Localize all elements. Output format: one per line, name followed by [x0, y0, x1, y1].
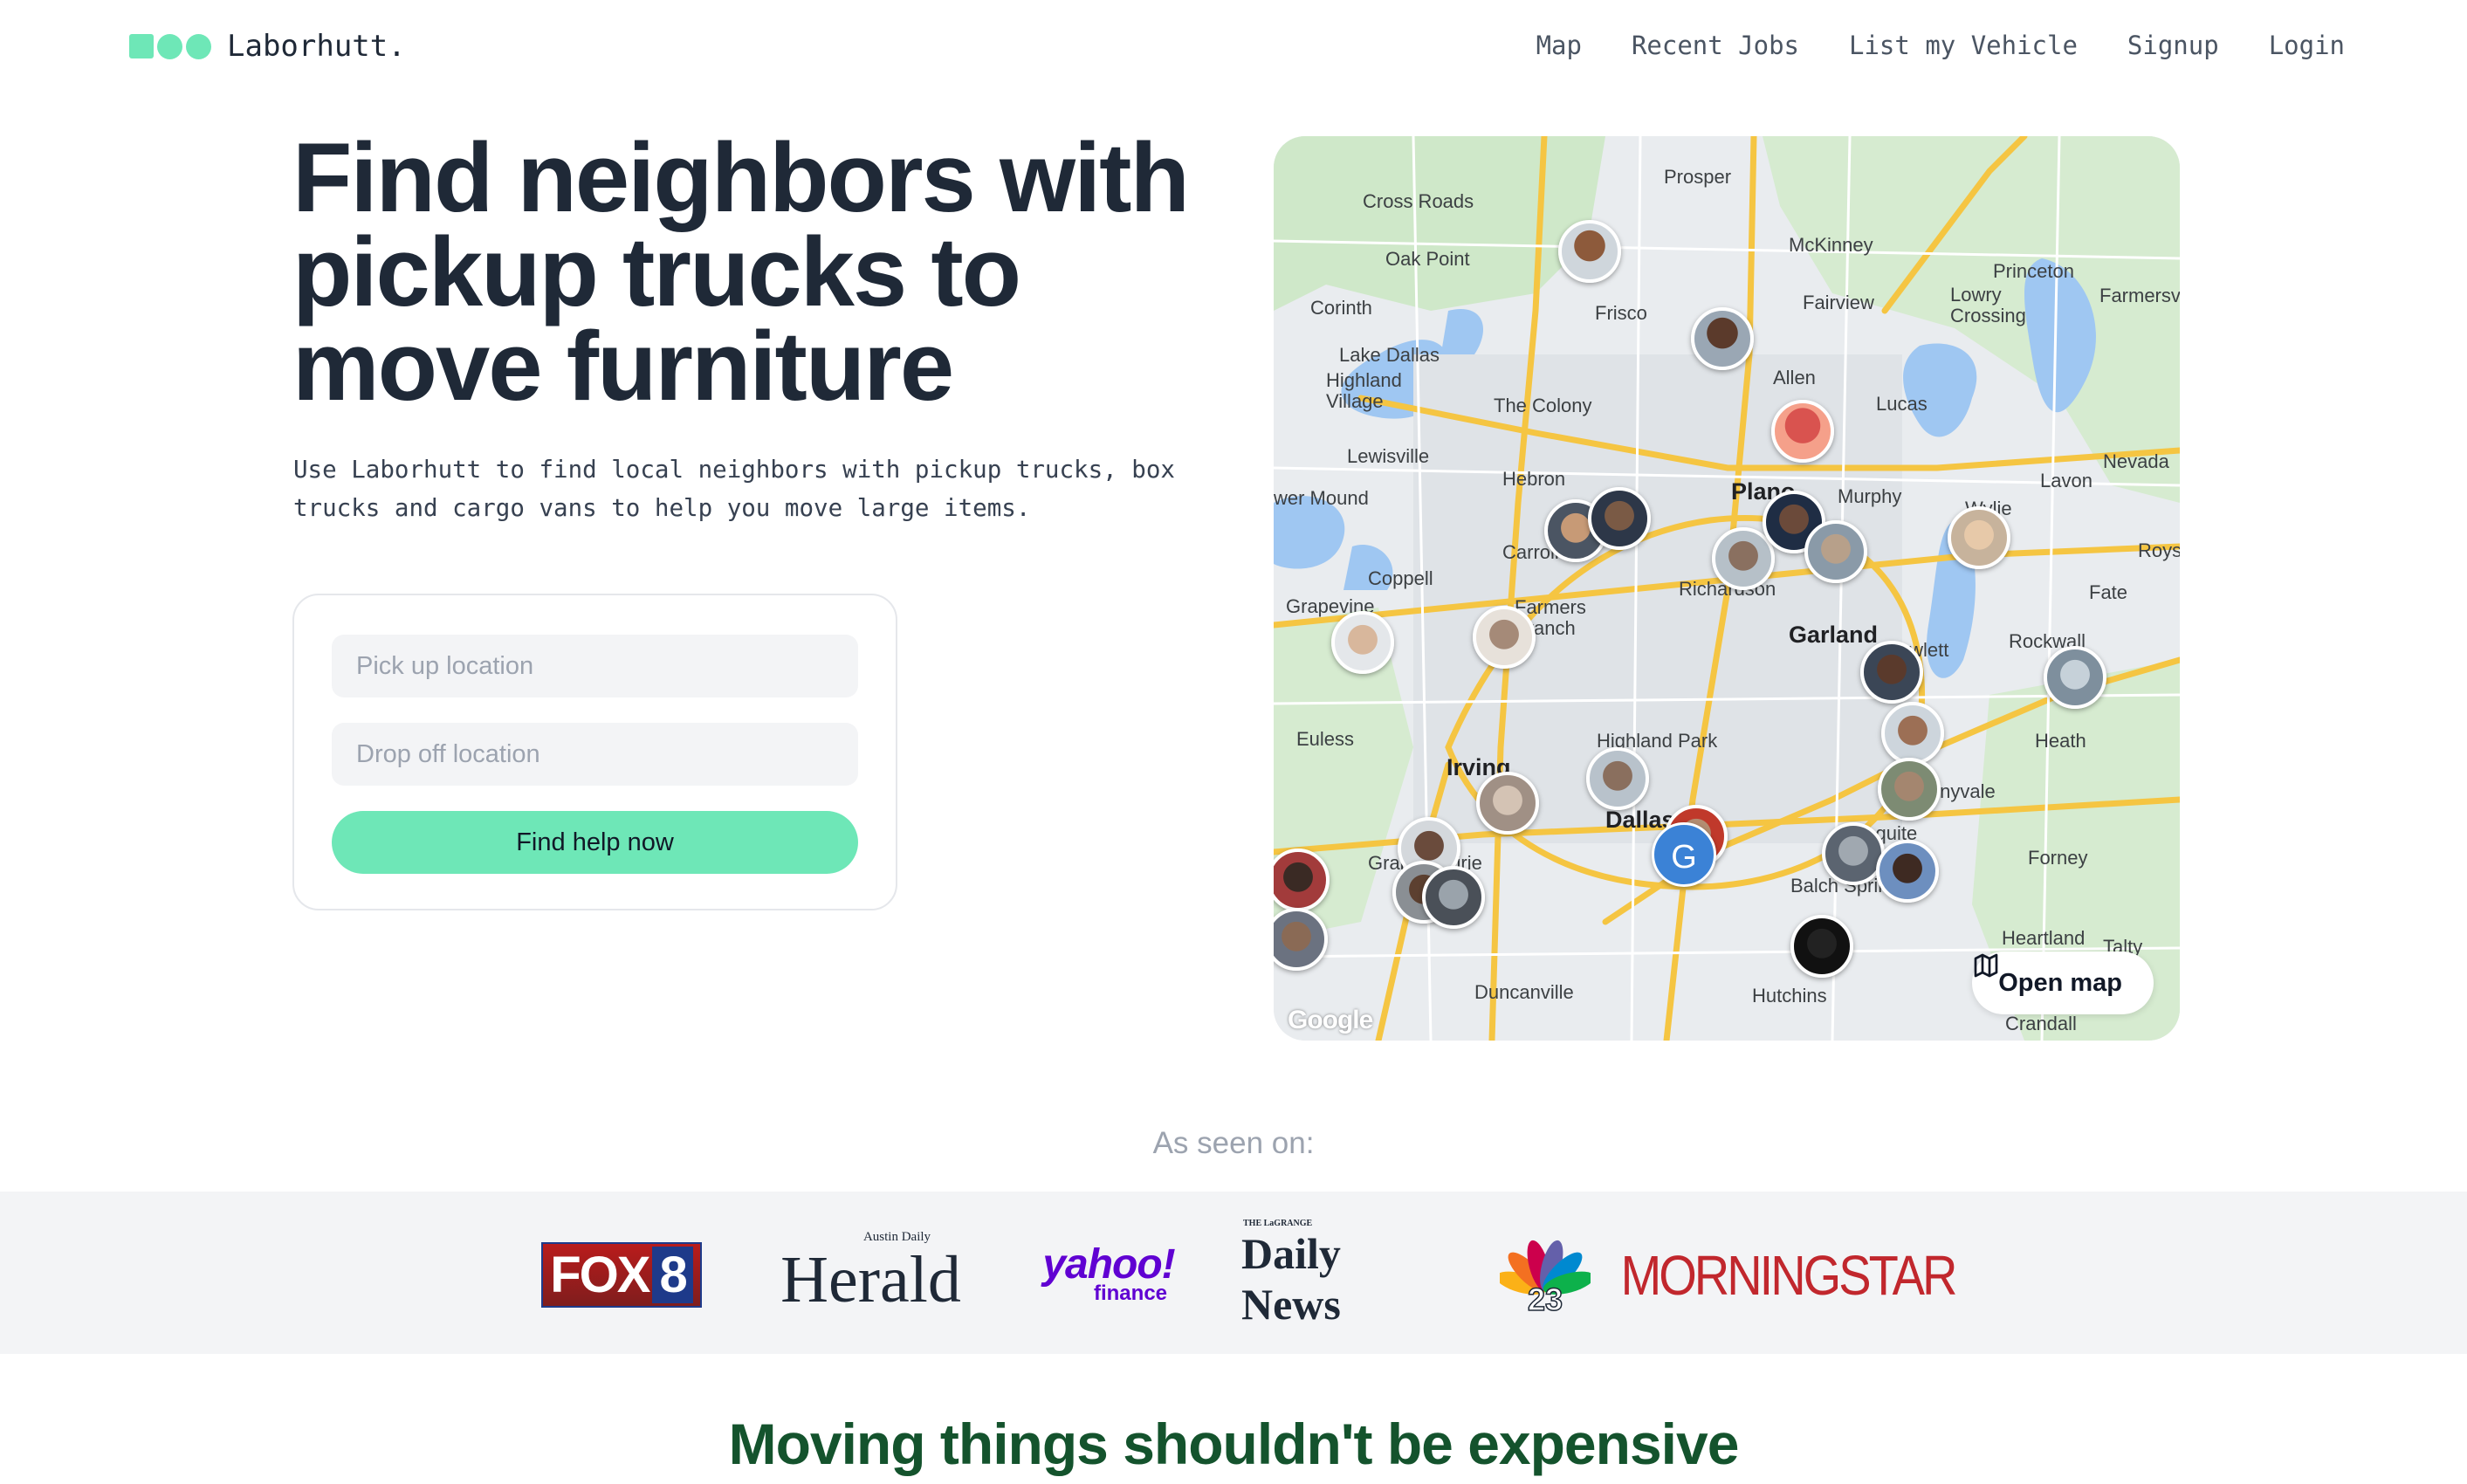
map-place-label: Garland [1789, 622, 1879, 648]
search-form-card: Find help now [292, 594, 897, 910]
driver-avatar-pin[interactable] [1948, 506, 2010, 569]
map-place-label: Allen [1773, 367, 1816, 388]
driver-avatar-pin[interactable] [1691, 307, 1754, 370]
morningstar-logo: MORNINGSTAR [1620, 1242, 1958, 1307]
user-location-marker[interactable]: G [1652, 822, 1716, 887]
nav-link-recent-jobs[interactable]: Recent Jobs [1632, 26, 1799, 65]
map-place-label: Lavon [2040, 470, 2092, 491]
open-map-button[interactable]: Open map [1972, 952, 2154, 1014]
driver-avatar-pin[interactable] [1771, 400, 1834, 463]
map-place-label: Lucas [1876, 393, 1928, 415]
map-place-label: Nevada [2103, 450, 2169, 472]
brand-logo[interactable]: Laborhutt. [129, 26, 406, 66]
driver-avatar-pin[interactable] [1558, 220, 1621, 283]
nav-link-map[interactable]: Map [1536, 26, 1582, 65]
map-place-label: Cross Roads [1363, 190, 1474, 212]
find-help-button[interactable]: Find help now [332, 811, 858, 874]
map-place-label: Fate [2089, 581, 2128, 603]
driver-avatar-pin[interactable] [1588, 487, 1651, 550]
nav-link-login[interactable]: Login [2269, 26, 2345, 65]
map-place-label: Hutchins [1752, 985, 1827, 1007]
map-place-label: Lowry Crossing [1950, 284, 2026, 326]
map-place-label: McKinney [1789, 234, 1873, 256]
map-attribution: Google [1288, 1006, 1373, 1034]
map-place-label: Prosper [1664, 166, 1732, 188]
driver-avatar-pin[interactable] [1876, 840, 1939, 903]
map-place-label: Crandall [2005, 1013, 2077, 1034]
map-place-label: Royse [2138, 539, 2180, 561]
map-place-label: Highland Village [1326, 369, 1402, 412]
section-title: Moving things shouldn't be expensive [728, 1412, 1740, 1476]
nav-links: Map Recent Jobs List my Vehicle Signup L… [1487, 26, 2345, 65]
driver-avatar-pin[interactable] [1881, 702, 1944, 765]
map-place-label: Heath [2035, 730, 2086, 752]
austin-daily-herald-logo: Austin Daily Herald [780, 1229, 961, 1316]
logo-mark-icon [129, 33, 211, 59]
map-icon [1974, 953, 1998, 978]
map-place-label: The Colony [1494, 395, 1592, 416]
map-place-label: Princeton [1993, 260, 2074, 282]
top-navigation: Laborhutt. Map Recent Jobs List my Vehic… [0, 0, 2467, 91]
driver-avatar-pin[interactable] [1586, 747, 1649, 810]
pickup-location-input[interactable] [332, 635, 858, 697]
nav-link-list-vehicle[interactable]: List my Vehicle [1849, 26, 2078, 65]
map-place-label: Oak Point [1385, 248, 1470, 270]
fox8-logo: FOX 8 [539, 1226, 704, 1323]
map-place-label: Frisco [1595, 302, 1647, 324]
map-place-label: wer Mound [1274, 487, 1369, 509]
driver-avatar-pin[interactable] [1476, 772, 1539, 835]
driver-avatar-pin[interactable] [1804, 520, 1867, 583]
map-place-label: Corinth [1310, 297, 1372, 319]
driver-avatar-pin[interactable] [1331, 611, 1394, 674]
map-place-label: Euless [1296, 728, 1355, 750]
map-place-label: Fairview [1803, 292, 1874, 313]
map-place-label: Heartland [2002, 927, 2086, 949]
brand-name: Laborhutt. [227, 29, 406, 64]
map-place-label: Murphy [1838, 485, 1902, 507]
map-place-label: Forney [2028, 847, 2088, 869]
nav-link-signup[interactable]: Signup [2127, 26, 2219, 65]
yahoo-finance-logo: yahoo! finance [1042, 1241, 1175, 1305]
driver-avatar-pin[interactable] [1422, 866, 1485, 929]
svg-text:23: 23 [1528, 1281, 1563, 1314]
map-place-label: Lake Dallas [1339, 344, 1440, 366]
dropoff-location-input[interactable] [332, 723, 858, 786]
map-place-label: Farmersv [2099, 285, 2180, 306]
daily-news-logo: THE LaGRANGE Daily News [1241, 1219, 1341, 1329]
map-preview[interactable]: Prosper Cross Roads McKinney Oak Point P… [1274, 136, 2180, 1041]
driver-avatar-pin[interactable] [1860, 641, 1923, 704]
map-place-label: Hebron [1502, 468, 1566, 490]
map-place-label: Lewisville [1347, 445, 1430, 467]
as-seen-on-heading: As seen on: [1152, 1126, 1315, 1160]
map-place-label: Duncanville [1474, 981, 1574, 1003]
driver-avatar-pin[interactable] [2044, 646, 2106, 709]
driver-avatar-pin[interactable] [1790, 915, 1853, 978]
driver-avatar-pin[interactable] [1878, 758, 1941, 821]
press-logos-strip: FOX 8 Austin Daily Herald yahoo! finance … [0, 1192, 2467, 1354]
hero-title: Find neighbors with pickup trucks to mov… [292, 123, 1190, 421]
open-map-label: Open map [1998, 968, 2122, 997]
nbc23-logo: 23 [1497, 1226, 1593, 1323]
hero-subtitle: Use Laborhutt to find local neighbors wi… [293, 456, 1175, 522]
map-place-label: Coppell [1368, 567, 1433, 589]
driver-avatar-pin[interactable] [1473, 606, 1536, 669]
driver-avatar-pin[interactable] [1822, 822, 1885, 885]
